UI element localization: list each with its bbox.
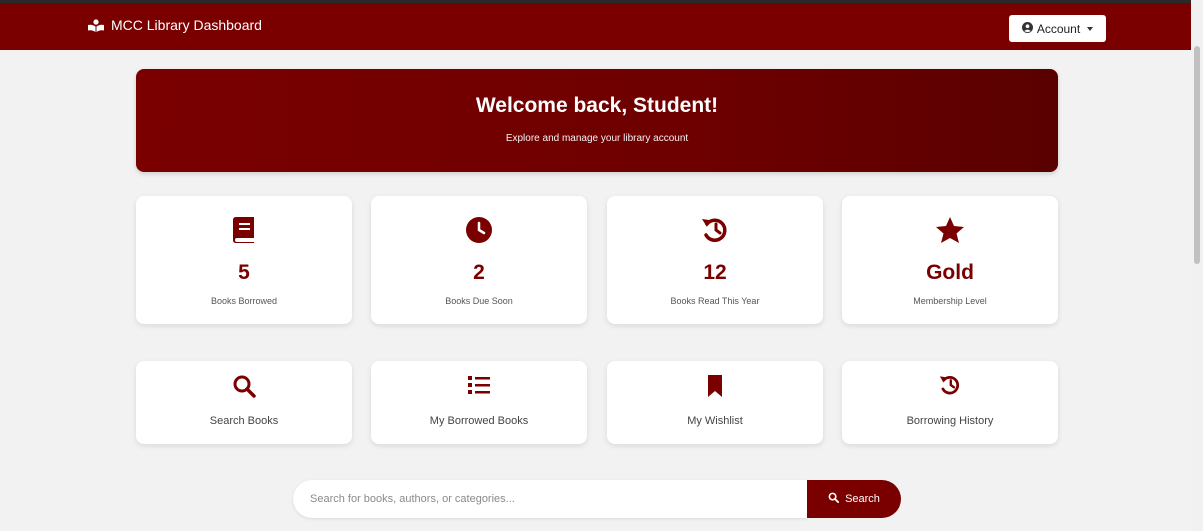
history-icon: [842, 374, 1058, 400]
search-icon: [828, 492, 840, 506]
star-icon: [842, 216, 1058, 246]
navbar: MCC Library Dashboard Account: [0, 0, 1203, 50]
page-scrollbar[interactable]: [1191, 0, 1203, 531]
search-input[interactable]: [293, 480, 807, 518]
search-button-label: Search: [845, 493, 880, 505]
history-icon: [607, 216, 823, 246]
welcome-banner: Welcome back, Student! Explore and manag…: [136, 69, 1058, 172]
book-icon: [136, 216, 352, 246]
welcome-title: Welcome back, Student!: [475, 94, 719, 117]
action-my-borrowed-books[interactable]: My Borrowed Books: [371, 361, 587, 444]
caret-down-icon: [1087, 26, 1094, 31]
search-bar: Search: [293, 480, 901, 518]
stat-label: Membership Level: [913, 296, 987, 306]
window-top-border: [0, 0, 1203, 3]
stat-label: Books Borrowed: [210, 296, 278, 306]
stat-card-books-read-this-year: 12 Books Read This Year: [607, 196, 823, 324]
stat-value: 5: [238, 261, 250, 284]
action-my-wishlist[interactable]: My Wishlist: [607, 361, 823, 444]
book-reader-icon: [88, 18, 104, 32]
action-label: My Wishlist: [687, 415, 743, 427]
action-label: My Borrowed Books: [429, 415, 529, 427]
account-dropdown-button[interactable]: Account: [1009, 15, 1106, 42]
clock-icon: [371, 216, 587, 246]
stat-card-membership-level: Gold Membership Level: [842, 196, 1058, 324]
search-button[interactable]: Search: [807, 480, 901, 518]
stat-value: Gold: [926, 261, 974, 284]
search-icon: [136, 374, 352, 400]
stat-value: 2: [473, 261, 485, 284]
stat-label: Books Due Soon: [445, 296, 513, 306]
user-circle-icon: [1021, 21, 1033, 36]
list-icon: [371, 374, 587, 400]
account-label: Account: [1036, 21, 1081, 36]
stat-card-books-borrowed: 5 Books Borrowed: [136, 196, 352, 324]
action-borrowing-history[interactable]: Borrowing History: [842, 361, 1058, 444]
action-search-books[interactable]: Search Books: [136, 361, 352, 444]
navbar-brand[interactable]: MCC Library Dashboard: [88, 17, 262, 33]
stat-card-books-due-soon: 2 Books Due Soon: [371, 196, 587, 324]
scrollbar-thumb[interactable]: [1194, 46, 1200, 264]
bookmark-icon: [607, 374, 823, 400]
brand-title: MCC Library Dashboard: [111, 17, 262, 33]
stat-value: 12: [703, 261, 727, 284]
stat-label: Books Read This Year: [670, 296, 760, 306]
action-label: Search Books: [209, 415, 279, 427]
welcome-subtitle: Explore and manage your library account: [505, 133, 689, 144]
action-label: Borrowing History: [906, 415, 994, 427]
